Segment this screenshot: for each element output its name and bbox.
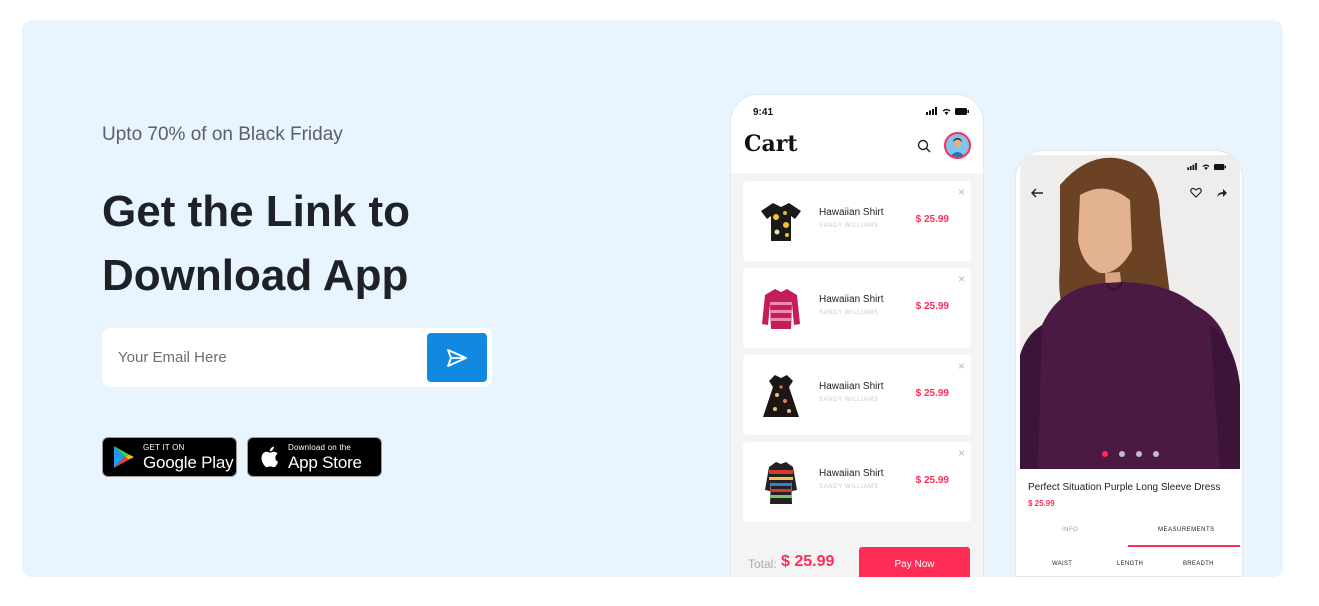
item-name: Hawaiian Shirt xyxy=(819,381,884,392)
list-item[interactable]: Hawaiian Shirt SANDY WILLIAMS $ 25.99 × xyxy=(743,442,971,522)
column-length: LENGTH xyxy=(1117,561,1144,567)
status-icons xyxy=(926,107,969,115)
woman-in-dress-image xyxy=(1020,155,1240,469)
pay-now-button[interactable]: Pay Now xyxy=(859,547,970,577)
list-item[interactable]: Hawaiian Shirt SANDY WILLIAMS $ 25.99 × xyxy=(743,355,971,435)
wifi-icon xyxy=(1202,164,1210,170)
battery-icon xyxy=(955,107,969,115)
item-seller: SANDY WILLIAMS xyxy=(819,223,879,229)
close-icon[interactable]: × xyxy=(958,185,965,199)
promo-eyebrow: Upto 70% of on Black Friday xyxy=(102,124,343,145)
status-time: 9:41 xyxy=(753,107,774,118)
avatar[interactable] xyxy=(944,132,971,159)
close-icon[interactable]: × xyxy=(958,272,965,286)
item-price: $ 25.99 xyxy=(915,475,949,486)
email-field[interactable] xyxy=(118,328,418,387)
item-seller: SANDY WILLIAMS xyxy=(819,397,879,403)
item-seller: SANDY WILLIAMS xyxy=(819,484,879,490)
item-price: $ 25.99 xyxy=(915,301,949,312)
cart-list: Hawaiian Shirt SANDY WILLIAMS $ 25.99 × … xyxy=(731,173,983,573)
item-price: $ 25.99 xyxy=(915,388,949,399)
email-form xyxy=(102,328,492,387)
product-name: Perfect Situation Purple Long Sleeve Dre… xyxy=(1028,482,1221,493)
app-store-small: Download on the xyxy=(288,442,352,452)
sweater-image xyxy=(762,289,800,329)
list-item[interactable]: Hawaiian Shirt SANDY WILLIAMS $ 25.99 × xyxy=(743,181,971,261)
google-play-small: GET IT ON xyxy=(143,442,185,452)
app-store-big: App Store xyxy=(288,452,362,472)
signal-icon xyxy=(1187,163,1197,170)
heart-icon[interactable] xyxy=(1190,185,1202,203)
carousel-dot[interactable] xyxy=(1153,451,1159,457)
battery-icon xyxy=(1214,163,1226,170)
tab-active-indicator xyxy=(1128,545,1240,547)
share-icon[interactable] xyxy=(1216,185,1228,203)
product-photo xyxy=(1020,155,1240,469)
status-icons xyxy=(1187,163,1226,170)
column-breadth: BREADTH xyxy=(1183,561,1214,567)
shirt-image xyxy=(761,203,801,241)
close-icon[interactable]: × xyxy=(958,359,965,373)
wifi-icon xyxy=(942,108,951,115)
google-play-icon xyxy=(112,444,136,470)
striped-dress-image xyxy=(765,462,797,504)
item-seller: SANDY WILLIAMS xyxy=(819,310,879,316)
google-play-button[interactable]: GET IT ON Google Play xyxy=(102,437,237,477)
cart-title: Cart xyxy=(744,131,798,157)
item-name: Hawaiian Shirt xyxy=(819,207,884,218)
carousel-dot[interactable] xyxy=(1136,451,1142,457)
list-item[interactable]: Hawaiian Shirt SANDY WILLIAMS $ 25.99 × xyxy=(743,268,971,348)
product-phone-mockup: Perfect Situation Purple Long Sleeve Dre… xyxy=(1015,150,1243,577)
item-price: $ 25.99 xyxy=(915,214,949,225)
signal-icon xyxy=(926,107,937,115)
back-arrow-icon[interactable] xyxy=(1030,185,1044,203)
page-title: Get the Link to Download App xyxy=(102,187,410,300)
column-waist: WAIST xyxy=(1052,561,1073,567)
total-label: Total: xyxy=(748,557,777,571)
product-price: $ 25.99 xyxy=(1028,499,1055,508)
carousel-dots xyxy=(1102,451,1159,457)
apple-icon xyxy=(257,444,281,470)
google-play-big: Google Play xyxy=(143,452,234,472)
item-name: Hawaiian Shirt xyxy=(819,294,884,305)
promo-banner: Upto 70% of on Black Friday Get the Link… xyxy=(22,20,1283,577)
close-icon[interactable]: × xyxy=(958,446,965,460)
item-name: Hawaiian Shirt xyxy=(819,468,884,479)
cart-footer: Total: $ 25.99 Pay Now xyxy=(731,527,983,577)
app-store-button[interactable]: Download on the App Store xyxy=(247,437,382,477)
send-button[interactable] xyxy=(427,333,487,382)
carousel-dot[interactable] xyxy=(1119,451,1125,457)
total-value: $ 25.99 xyxy=(781,553,835,570)
search-icon[interactable] xyxy=(917,139,931,158)
tab-info[interactable]: INFO xyxy=(1062,527,1078,533)
carousel-dot[interactable] xyxy=(1102,451,1108,457)
dress-image xyxy=(763,375,799,417)
tab-measurements[interactable]: MEASUREMENTS xyxy=(1158,527,1215,533)
cart-phone-mockup: 9:41 Cart Hawaiian Shirt SANDY WILLIAMS … xyxy=(730,94,984,577)
send-icon xyxy=(447,348,467,367)
